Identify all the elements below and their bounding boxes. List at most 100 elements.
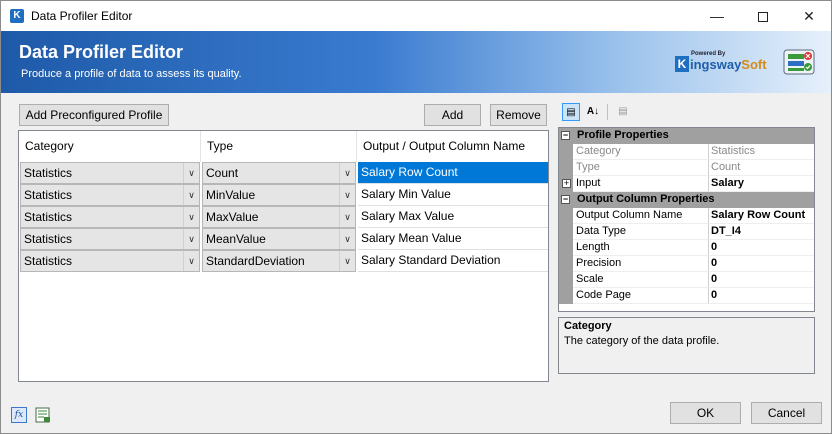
grid-header: Category Type Output / Output Column Nam… — [19, 131, 548, 162]
maximize-icon — [758, 12, 768, 23]
maximize-button[interactable] — [740, 1, 786, 31]
row-gutter — [559, 144, 573, 160]
category-combo[interactable]: Statistics ∨ — [20, 206, 200, 228]
property-row[interactable]: Length 0 — [559, 240, 814, 256]
chevron-down-icon[interactable]: ∨ — [339, 229, 355, 249]
type-value: MinValue — [206, 188, 256, 202]
type-combo[interactable]: MinValue ∨ — [202, 184, 356, 206]
header-title: Data Profiler Editor — [19, 42, 184, 62]
window-title: Data Profiler Editor — [31, 9, 133, 23]
chevron-down-icon[interactable]: ∨ — [183, 185, 199, 205]
property-row[interactable]: Data Type DT_I4 — [559, 224, 814, 240]
property-name: Precision — [573, 256, 709, 272]
column-header-type[interactable]: Type — [201, 131, 357, 162]
property-row[interactable]: + Input Salary — [559, 176, 814, 192]
property-name: Input — [573, 176, 709, 192]
chevron-down-icon[interactable]: ∨ — [183, 207, 199, 227]
type-value: StandardDeviation — [206, 254, 305, 268]
chevron-down-icon[interactable]: ∨ — [339, 185, 355, 205]
property-value[interactable]: DT_I4 — [709, 224, 814, 240]
category-combo[interactable]: Statistics ∨ — [20, 228, 200, 250]
property-grid: − Profile Properties Category Statistics… — [558, 127, 815, 312]
category-combo[interactable]: Statistics ∨ — [20, 162, 200, 184]
category-output-column-properties[interactable]: − Output Column Properties — [559, 192, 814, 208]
expand-icon[interactable]: + — [562, 179, 571, 188]
category-profile-properties[interactable]: − Profile Properties — [559, 128, 814, 144]
collapse-icon[interactable]: − — [561, 131, 570, 140]
ok-button[interactable]: OK — [670, 402, 741, 424]
row-gutter — [559, 224, 573, 240]
table-row[interactable]: Statistics ∨ MaxValue ∨ Salary Max Value — [19, 206, 548, 228]
table-row[interactable]: Statistics ∨ StandardDeviation ∨ Salary St… — [19, 250, 548, 272]
property-value[interactable]: 0 — [709, 240, 814, 256]
property-row[interactable]: Precision 0 — [559, 256, 814, 272]
type-combo[interactable]: Count ∨ — [202, 162, 356, 184]
toolbar-separator — [607, 104, 608, 120]
category-combo[interactable]: Statistics ∨ — [20, 250, 200, 272]
column-header-output[interactable]: Output / Output Column Name — [357, 131, 548, 162]
table-row[interactable]: Statistics ∨ Count ∨ Salary Row Count — [19, 162, 548, 184]
logo-wordmark: ingswaySoft — [690, 57, 767, 72]
table-row[interactable]: Statistics ∨ MeanValue ∨ Salary Mean Value — [19, 228, 548, 250]
categorized-icon[interactable]: ▤ — [562, 103, 580, 121]
output-column-cell[interactable]: Salary Mean Value — [358, 228, 548, 250]
property-row[interactable]: Type Count — [559, 160, 814, 176]
chevron-down-icon[interactable]: ∨ — [183, 229, 199, 249]
property-value: Count — [709, 160, 814, 176]
property-row[interactable]: Code Page 0 — [559, 288, 814, 304]
type-combo[interactable]: MaxValue ∨ — [202, 206, 356, 228]
property-value[interactable]: Salary Row Count — [709, 208, 814, 224]
expression-fx-icon[interactable]: fx — [11, 407, 27, 423]
cancel-button[interactable]: Cancel — [751, 402, 822, 424]
category-label: Output Column Properties — [577, 193, 715, 205]
property-row[interactable]: Output Column Name Salary Row Count — [559, 208, 814, 224]
add-button[interactable]: Add — [424, 104, 481, 126]
category-label: Profile Properties — [577, 129, 669, 141]
row-gutter — [559, 256, 573, 272]
type-combo[interactable]: StandardDeviation ∨ — [202, 250, 356, 272]
table-row[interactable]: Statistics ∨ MinValue ∨ Salary Min Value — [19, 184, 548, 206]
chevron-down-icon[interactable]: ∨ — [339, 163, 355, 183]
property-name: Category — [573, 144, 709, 160]
category-combo[interactable]: Statistics ∨ — [20, 184, 200, 206]
add-preconfigured-profile-button[interactable]: Add Preconfigured Profile — [19, 104, 169, 126]
row-gutter — [559, 288, 573, 304]
minimize-button[interactable]: — — [694, 1, 740, 31]
app-icon: K — [10, 9, 24, 23]
description-text: The category of the data profile. — [564, 335, 720, 347]
category-value: Statistics — [24, 232, 73, 246]
type-value: MeanValue — [206, 232, 266, 246]
variables-sheet-icon[interactable] — [35, 407, 51, 423]
property-value: Statistics — [709, 144, 814, 160]
property-row[interactable]: Category Statistics — [559, 144, 814, 160]
property-grid-toolbar: ▤ A↓ ▤ — [559, 101, 679, 123]
close-button[interactable]: ✕ — [786, 1, 832, 31]
description-title: Category — [564, 320, 612, 332]
data-profiler-window: K Data Profiler Editor — ✕ Data Profiler… — [0, 0, 832, 434]
type-combo[interactable]: MeanValue ∨ — [202, 228, 356, 250]
remove-button[interactable]: Remove — [490, 104, 547, 126]
logo-k-mark: K — [675, 56, 689, 72]
property-value[interactable]: 0 — [709, 272, 814, 288]
alphabetical-icon[interactable]: A↓ — [584, 103, 602, 121]
chevron-down-icon[interactable]: ∨ — [339, 251, 355, 271]
property-name: Scale — [573, 272, 709, 288]
output-column-cell[interactable]: Salary Min Value — [358, 184, 548, 206]
row-gutter — [559, 240, 573, 256]
chevron-down-icon[interactable]: ∨ — [183, 251, 199, 271]
property-name: Length — [573, 240, 709, 256]
property-name: Code Page — [573, 288, 709, 304]
output-column-cell[interactable]: Salary Row Count — [358, 162, 548, 184]
header-banner: Data Profiler Editor Produce a profile o… — [1, 31, 831, 93]
collapse-icon[interactable]: − — [561, 195, 570, 204]
chevron-down-icon[interactable]: ∨ — [183, 163, 199, 183]
property-value[interactable]: 0 — [709, 256, 814, 272]
property-value[interactable]: 0 — [709, 288, 814, 304]
property-row[interactable]: Scale 0 — [559, 272, 814, 288]
property-value[interactable]: Salary — [709, 176, 814, 192]
chevron-down-icon[interactable]: ∨ — [339, 207, 355, 227]
column-header-category[interactable]: Category — [19, 131, 201, 162]
output-column-cell[interactable]: Salary Max Value — [358, 206, 548, 228]
property-pages-icon[interactable]: ▤ — [614, 103, 632, 121]
output-column-cell[interactable]: Salary Standard Deviation — [358, 250, 548, 272]
